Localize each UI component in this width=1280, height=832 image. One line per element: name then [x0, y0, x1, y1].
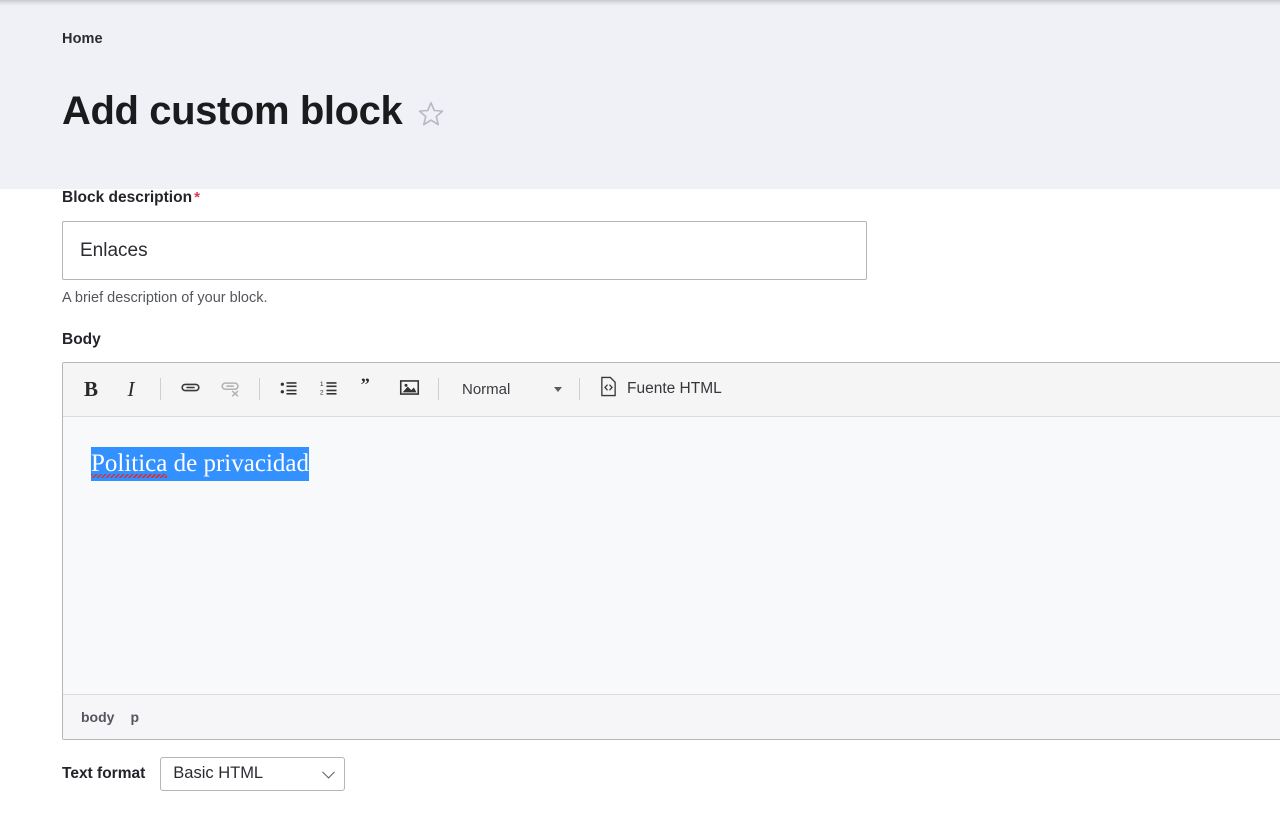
numbered-list-button[interactable]: 1 2: [312, 372, 346, 406]
bulleted-list-icon: [279, 378, 299, 401]
html-source-label: Fuente HTML: [627, 380, 722, 398]
source-code-icon: [599, 376, 618, 402]
link-icon: [180, 377, 201, 401]
block-description-field: Block description* A brief description o…: [62, 189, 1280, 307]
element-path-body[interactable]: body: [81, 709, 114, 725]
chevron-down-icon: [554, 386, 562, 392]
chevron-down-icon: [322, 765, 336, 779]
breadcrumb-item-home[interactable]: Home: [62, 31, 103, 47]
editor-content-area[interactable]: Politica de privacidad: [63, 416, 1280, 694]
text-format-label: Text format: [62, 764, 146, 782]
block-description-input[interactable]: [62, 221, 867, 281]
paragraph-format-value: Normal: [462, 380, 511, 398]
text-format-row: Text format Basic HTML: [62, 756, 1280, 791]
toolbar-separator: [579, 378, 580, 401]
block-description-label: Block description *: [62, 189, 200, 206]
toolbar-separator: [160, 378, 161, 401]
selected-text-rest[interactable]: de privacidad: [167, 450, 309, 477]
toolbar-separator: [438, 378, 439, 401]
html-source-button[interactable]: Fuente HTML: [591, 372, 730, 406]
body-label: Body: [62, 331, 101, 349]
unlink-icon: [220, 377, 241, 401]
blockquote-button[interactable]: ”: [352, 372, 386, 406]
misspelled-word[interactable]: Politica: [91, 448, 168, 479]
block-description-help: A brief description of your block.: [62, 290, 268, 307]
image-button[interactable]: [392, 372, 426, 406]
title-row: Add custom block: [62, 64, 1280, 160]
image-icon: [399, 377, 420, 401]
page-title: Add custom block: [62, 89, 403, 134]
editor-toolbar: B I 1 2 ” Normal Fuente HTML: [63, 362, 1280, 417]
unlink-button[interactable]: [213, 372, 247, 406]
bulleted-list-button[interactable]: [272, 372, 306, 406]
paragraph-format-dropdown[interactable]: Normal: [452, 373, 570, 405]
bold-button[interactable]: B: [74, 372, 108, 406]
link-button[interactable]: [173, 372, 207, 406]
svg-text:”: ”: [361, 378, 370, 395]
toolbar-separator: [259, 378, 260, 401]
italic-button[interactable]: I: [114, 372, 148, 406]
block-description-label-text: Block description: [62, 189, 193, 207]
editor-paragraph[interactable]: Politica de privacidad: [91, 446, 1280, 482]
italic-icon: I: [127, 376, 135, 401]
page-header: Home Add custom block: [0, 6, 1280, 190]
form-area: Block description* A brief description o…: [0, 189, 1280, 791]
svg-text:2: 2: [320, 390, 324, 397]
body-field: Body B I 1 2 ” Normal Fuente HTML Politi…: [62, 332, 1280, 740]
required-marker: *: [194, 189, 200, 207]
text-format-value: Basic HTML: [173, 764, 264, 783]
element-path-p[interactable]: p: [130, 709, 139, 725]
text-format-select[interactable]: Basic HTML: [160, 756, 346, 791]
bold-icon: B: [83, 376, 98, 401]
editor-element-path: body p: [63, 693, 1280, 739]
selected-text[interactable]: Politica de privacidad: [91, 446, 309, 482]
svg-text:1: 1: [320, 381, 324, 388]
rich-text-editor: B I 1 2 ” Normal Fuente HTML Politica de…: [62, 361, 1280, 740]
breadcrumb[interactable]: Home: [62, 32, 1280, 47]
blockquote-icon: ”: [359, 374, 379, 401]
star-outline-icon[interactable]: [416, 99, 446, 129]
numbered-list-icon: 1 2: [319, 378, 339, 401]
